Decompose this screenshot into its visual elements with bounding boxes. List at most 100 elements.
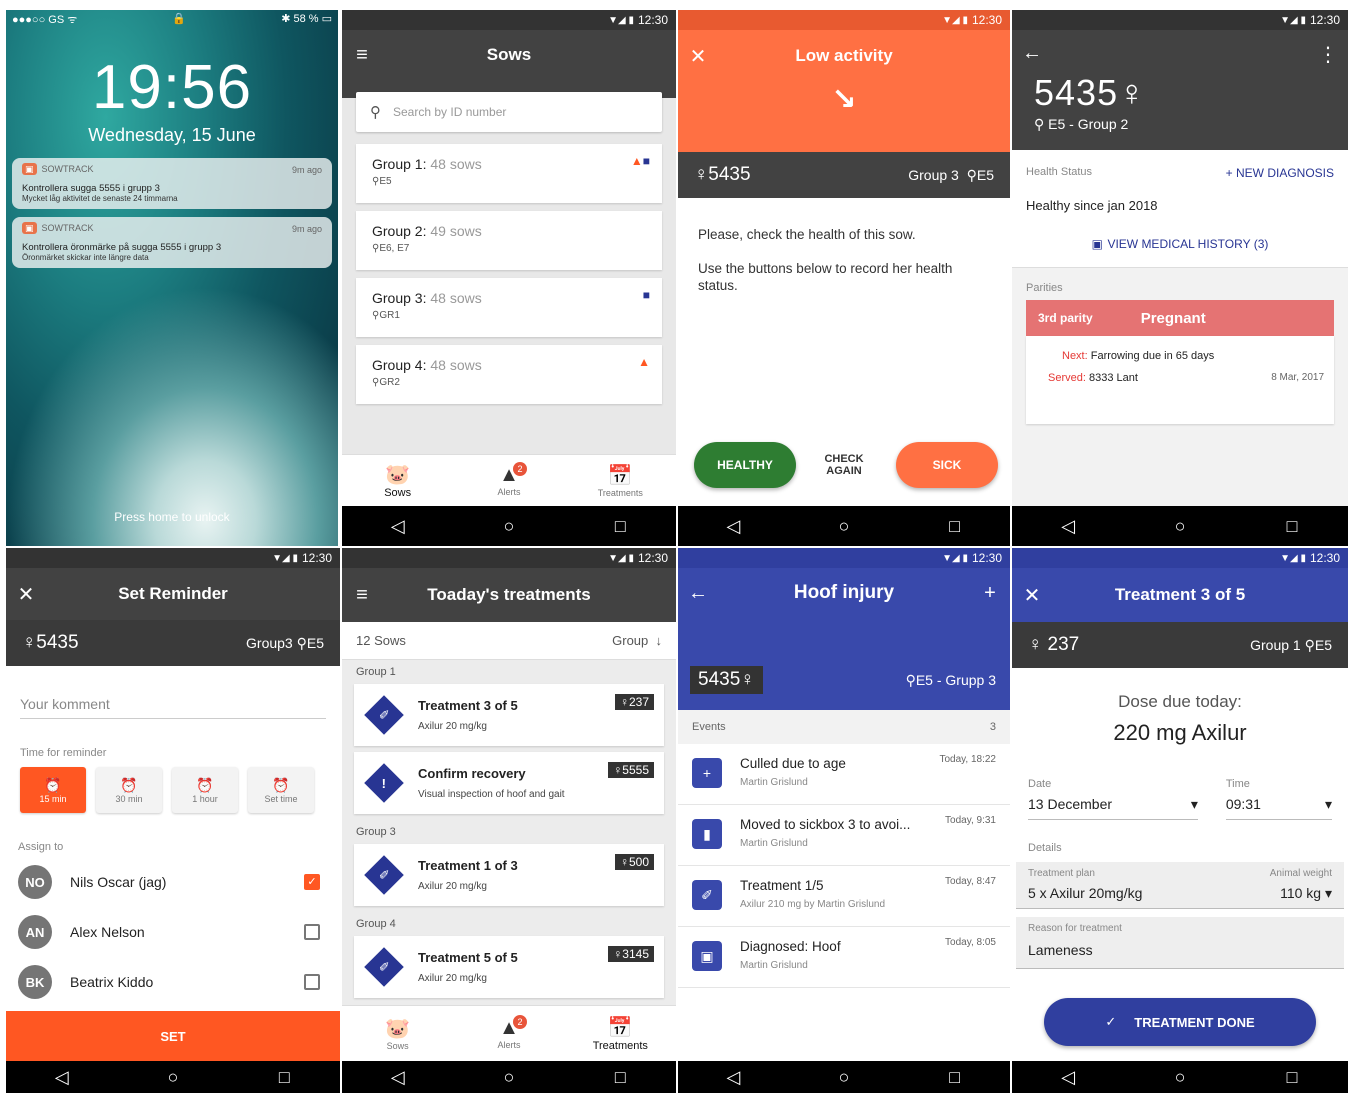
back-icon[interactable]: ◁ xyxy=(378,516,418,537)
event-title: Diagnosed: Hoof xyxy=(740,939,841,954)
back-arrow-icon[interactable]: ← xyxy=(1022,42,1042,65)
back-icon[interactable]: ◁ xyxy=(42,1067,82,1088)
treatment-plan-field[interactable]: Treatment plan Animal weight 5 x Axilur 2… xyxy=(1016,862,1344,909)
weight-select[interactable]: 110 kg ▾ xyxy=(1280,885,1332,902)
sow-tag: ♀500 xyxy=(614,854,654,870)
date-value: 13 December xyxy=(1028,796,1113,812)
time-option-30min[interactable]: ⏰ 30 min xyxy=(96,767,162,813)
group-location: E6, E7 xyxy=(379,243,410,254)
recents-icon[interactable]: □ xyxy=(935,516,975,537)
set-button[interactable]: SET xyxy=(6,1011,340,1061)
treatment-card[interactable]: ! Confirm recovery Visual inspection of ho… xyxy=(354,752,664,814)
home-icon[interactable]: ○ xyxy=(1160,516,1200,537)
group-card[interactable]: Group 2: 49 sows ⚲E6, E7 xyxy=(356,211,662,270)
treatment-card[interactable]: ✐ Treatment 5 of 5 Axilur 20 mg/kg ♀3145 xyxy=(354,936,664,998)
nav-alerts[interactable]: ▲ 2 Alerts xyxy=(469,462,549,497)
syringe-icon: ✐ xyxy=(692,880,722,910)
nav-treatments[interactable]: 📅 Treatments xyxy=(580,1015,660,1052)
healthy-button[interactable]: HEALTHY xyxy=(694,442,796,488)
event-row[interactable]: + Culled due to age Martin Grislund Today, … xyxy=(678,744,1010,805)
treatment-card[interactable]: ✐ Treatment 3 of 5 Axilur 20 mg/kg ♀237 xyxy=(354,684,664,746)
home-icon[interactable]: ○ xyxy=(153,1067,193,1088)
treatment-done-button[interactable]: ✓ TREATMENT DONE xyxy=(1044,998,1316,1046)
group-card[interactable]: Group 1: 48 sows ⚲E5 ▲■ xyxy=(356,144,662,203)
search-input[interactable]: ⚲ Search by ID number xyxy=(356,92,662,132)
back-icon[interactable]: ◁ xyxy=(1048,1067,1088,1088)
sort-button[interactable]: Group ↓ xyxy=(612,633,662,648)
nav-sows[interactable]: 🐷 Sows xyxy=(358,462,438,499)
nav-treatments[interactable]: 📅 Treatments xyxy=(580,463,660,498)
home-icon[interactable]: ○ xyxy=(489,516,529,537)
notification[interactable]: ▣ SOWTRACK 9m ago Kontrollera sugga 5555 i… xyxy=(12,158,332,209)
parity-card[interactable]: Next: Farrowing due in 65 days Served: 8… xyxy=(1026,336,1334,424)
recents-icon[interactable]: □ xyxy=(935,1067,975,1088)
back-icon[interactable]: ◁ xyxy=(378,1067,418,1088)
pig-icon: 🐷 xyxy=(385,1018,411,1040)
notification[interactable]: ▣ SOWTRACK 9m ago Kontrollera öronmärke på… xyxy=(12,217,332,268)
assignee-checkbox[interactable]: ✓ xyxy=(304,874,320,890)
event-row[interactable]: ▣ Diagnosed: Hoof Martin Grislund Today, 8:… xyxy=(678,927,1010,988)
time-option-1hour[interactable]: ⏰ 1 hour xyxy=(172,767,238,813)
time-option-custom[interactable]: ⏰ Set time xyxy=(248,767,314,813)
syringe-icon-glyph: ✐ xyxy=(378,959,390,974)
recents-icon[interactable]: □ xyxy=(600,516,640,537)
close-icon[interactable]: ✕ xyxy=(678,44,718,69)
close-icon[interactable]: ✕ xyxy=(6,582,46,607)
time-select[interactable]: 09:31 ▾ xyxy=(1225,790,1332,820)
assignee-row[interactable]: BK Beatrix Kiddo xyxy=(6,957,340,1007)
assignee-row[interactable]: NO Nils Oscar (jag) ✓ xyxy=(6,857,340,907)
page-title: Treatment 3 of 5 xyxy=(1114,585,1246,604)
time-option-15min[interactable]: ⏰ 15 min xyxy=(20,767,86,813)
assignee-checkbox[interactable] xyxy=(304,924,320,940)
back-icon[interactable]: ◁ xyxy=(713,516,753,537)
event-date: Today, 9:31 xyxy=(945,815,996,826)
close-icon[interactable]: ✕ xyxy=(1012,583,1052,608)
sow-detail-screen: ▼◢ ▮ 12:30 ← ⋮ 5435♀ ⚲ E5 - Group 2 Healt… xyxy=(1012,10,1348,546)
menu-icon[interactable]: ≡ xyxy=(342,44,382,67)
app-icon: ▣ xyxy=(22,163,37,175)
page-title: Toaday's treatments xyxy=(427,585,591,604)
home-icon[interactable]: ○ xyxy=(824,1067,864,1088)
sow-group: Group3 xyxy=(246,634,293,651)
home-icon[interactable]: ○ xyxy=(824,516,864,537)
avatar: AN xyxy=(18,915,52,949)
event-sub: Martin Grislund xyxy=(740,777,808,788)
nav-sows[interactable]: 🐷 Sows xyxy=(358,1016,438,1051)
home-icon[interactable]: ○ xyxy=(489,1067,529,1088)
sows-screen: ▼◢ ▮ 12:30 ≡ Sows ⚲ Search by ID number G… xyxy=(342,10,676,546)
parities-label: Parities xyxy=(1026,282,1063,294)
add-icon[interactable]: + xyxy=(970,582,1010,605)
back-icon[interactable]: ◁ xyxy=(1048,516,1088,537)
view-history-button[interactable]: ▣ VIEW MEDICAL HISTORY (3) xyxy=(1026,235,1334,253)
reason-field[interactable]: Reason for treatment Lameness xyxy=(1016,917,1344,969)
recents-icon[interactable]: □ xyxy=(1272,1067,1312,1088)
nav-label: Treatments xyxy=(592,1040,648,1052)
comment-input[interactable]: Your komment xyxy=(20,696,326,719)
event-row[interactable]: ▮ Moved to sickbox 3 to avoi... Martin Gri… xyxy=(678,805,1010,866)
back-arrow-icon[interactable]: ← xyxy=(678,582,718,605)
more-vert-icon[interactable]: ⋮ xyxy=(1318,42,1338,67)
treatment-card[interactable]: ✐ Treatment 1 of 3 Axilur 20 mg/kg ♀500 xyxy=(354,844,664,906)
home-icon[interactable]: ○ xyxy=(1160,1067,1200,1088)
recents-icon[interactable]: □ xyxy=(1272,516,1312,537)
sow-count: 12 Sows xyxy=(356,633,406,648)
nav-alerts[interactable]: ▲ 2 Alerts xyxy=(469,1015,549,1050)
alert-icon: ▲ 2 xyxy=(469,1015,549,1040)
menu-icon[interactable]: ≡ xyxy=(342,584,382,607)
group-card[interactable]: Group 4: 48 sows ⚲GR2 ▲ xyxy=(356,345,662,404)
new-diagnosis-button[interactable]: + NEW DIAGNOSIS xyxy=(1226,166,1334,180)
recents-icon[interactable]: □ xyxy=(600,1067,640,1088)
assignee-row[interactable]: AN Alex Nelson xyxy=(6,907,340,957)
sow-id: 5435♀ xyxy=(1034,72,1147,113)
group-name: Group 2: xyxy=(372,223,427,239)
served-date: 8 Mar, 2017 xyxy=(1271,372,1324,383)
recents-icon[interactable]: □ xyxy=(264,1067,304,1088)
back-icon[interactable]: ◁ xyxy=(713,1067,753,1088)
sow-group: Group 3 xyxy=(908,166,959,183)
event-row[interactable]: ✐ Treatment 1/5 Axilur 210 mg by Martin Gr… xyxy=(678,866,1010,927)
sick-button[interactable]: SICK xyxy=(896,442,998,488)
group-card[interactable]: Group 3: 48 sows ⚲GR1 ■ xyxy=(356,278,662,337)
assignee-checkbox[interactable] xyxy=(304,974,320,990)
check-again-button[interactable]: CHECK AGAIN xyxy=(810,453,878,477)
date-select[interactable]: 13 December ▾ xyxy=(1028,790,1198,820)
